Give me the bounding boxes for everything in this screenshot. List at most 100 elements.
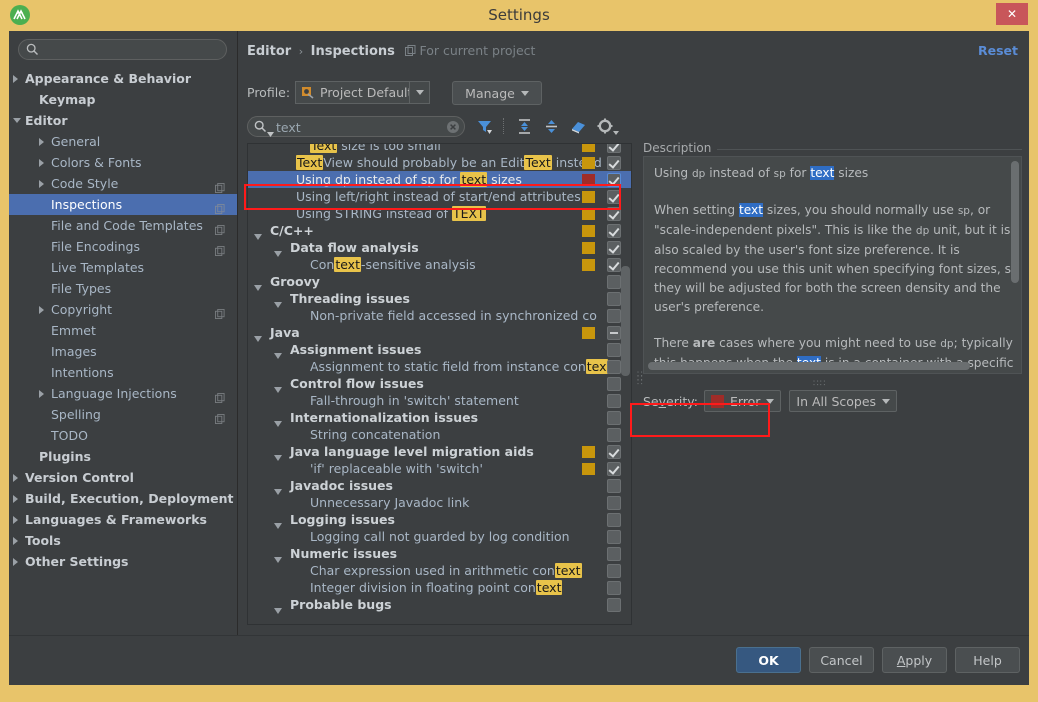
clear-icon[interactable] xyxy=(446,120,460,137)
inspection-enabled-checkbox[interactable] xyxy=(607,496,621,510)
inspection-enabled-checkbox[interactable] xyxy=(607,530,621,544)
sidebar-search-input[interactable] xyxy=(18,39,227,60)
sidebar-item-intentions[interactable]: Intentions xyxy=(9,362,237,383)
sidebar-item-emmet[interactable]: Emmet xyxy=(9,320,237,341)
inspection-row[interactable]: 'if' replaceable with 'switch' xyxy=(248,460,631,477)
inspection-row[interactable]: Numeric issues xyxy=(248,545,631,563)
breadcrumb-root[interactable]: Editor xyxy=(247,44,291,59)
inspection-row[interactable]: Using dp instead of sp for text sizes xyxy=(248,171,631,188)
inspection-row[interactable]: Java language level migration aids xyxy=(248,443,631,461)
reset-link[interactable]: Reset xyxy=(978,43,1018,58)
inspection-row[interactable]: Fall-through in 'switch' statement xyxy=(248,392,631,409)
inspection-enabled-checkbox[interactable] xyxy=(607,173,621,187)
inspection-row[interactable]: Probable bugs xyxy=(248,596,631,614)
sidebar-item-live-templates[interactable]: Live Templates xyxy=(9,257,237,278)
inspection-enabled-checkbox[interactable] xyxy=(607,377,621,391)
sidebar-item-language-injections[interactable]: Language Injections xyxy=(9,383,237,404)
cancel-button[interactable]: Cancel xyxy=(809,647,874,673)
inspections-tree-scrollbar[interactable] xyxy=(621,266,630,376)
expand-all-button[interactable] xyxy=(512,114,536,138)
inspection-row[interactable]: Logging issues xyxy=(248,511,631,529)
inspection-row[interactable]: Unnecessary Javadoc link xyxy=(248,494,631,511)
description-hscrollbar[interactable] xyxy=(648,362,970,370)
chevron-down-icon[interactable] xyxy=(274,601,282,618)
sidebar-item-languages-frameworks[interactable]: Languages & Frameworks xyxy=(9,509,237,530)
sidebar-item-other-settings[interactable]: Other Settings xyxy=(9,551,237,572)
chevron-right-icon[interactable] xyxy=(39,180,44,188)
inspection-enabled-checkbox[interactable] xyxy=(607,394,621,408)
inspection-row[interactable]: Non-private field accessed in synchroniz… xyxy=(248,307,631,324)
inspection-row[interactable]: Assignment issues xyxy=(248,341,631,359)
inspection-enabled-checkbox[interactable] xyxy=(607,598,621,612)
sidebar-item-keymap[interactable]: Keymap xyxy=(9,89,237,110)
inspection-search-input[interactable]: text xyxy=(247,116,465,137)
ok-button[interactable]: OK xyxy=(736,647,801,673)
inspection-enabled-checkbox[interactable] xyxy=(607,462,621,476)
inspection-row[interactable]: Integer division in floating point conte… xyxy=(248,579,631,596)
settings-category-tree[interactable]: Appearance & Behavior Keymap Editor General… xyxy=(9,68,237,636)
inspection-enabled-checkbox[interactable] xyxy=(607,190,621,204)
sidebar-item-editor[interactable]: Editor xyxy=(9,110,237,131)
chevron-right-icon[interactable] xyxy=(13,516,18,524)
sidebar-item-copyright[interactable]: Copyright xyxy=(9,299,237,320)
inspection-row[interactable]: Char expression used in arithmetic conte… xyxy=(248,562,631,579)
inspection-enabled-checkbox[interactable] xyxy=(607,326,621,340)
sidebar-item-plugins[interactable]: Plugins xyxy=(9,446,237,467)
inspection-row[interactable]: Java xyxy=(248,324,631,342)
sidebar-item-appearance-behavior[interactable]: Appearance & Behavior xyxy=(9,68,237,89)
sidebar-item-colors-fonts[interactable]: Colors & Fonts xyxy=(9,152,237,173)
chevron-right-icon[interactable] xyxy=(39,159,44,167)
chevron-down-icon[interactable] xyxy=(13,118,21,123)
inspection-row[interactable]: Data flow analysis xyxy=(248,239,631,257)
inspection-row[interactable]: Control flow issues xyxy=(248,375,631,393)
inspection-row[interactable]: Using STRING instead of TEXT xyxy=(248,205,631,222)
gear-icon[interactable] xyxy=(593,114,619,138)
sidebar-item-file-types[interactable]: File Types xyxy=(9,278,237,299)
inspections-tree[interactable]: Text size is too small TextView should pr… xyxy=(247,143,632,625)
inspection-enabled-checkbox[interactable] xyxy=(607,156,621,170)
inspection-row[interactable]: C/C++ xyxy=(248,222,631,240)
chevron-right-icon[interactable] xyxy=(13,75,18,83)
sidebar-item-spelling[interactable]: Spelling xyxy=(9,404,237,425)
sidebar-item-code-style[interactable]: Code Style xyxy=(9,173,237,194)
inspection-row[interactable]: Threading issues xyxy=(248,290,631,308)
inspection-enabled-checkbox[interactable] xyxy=(607,428,621,442)
sidebar-item-file-encodings[interactable]: File Encodings xyxy=(9,236,237,257)
severity-select[interactable]: Error xyxy=(703,390,782,412)
inspection-enabled-checkbox[interactable] xyxy=(607,224,621,238)
inspection-enabled-checkbox[interactable] xyxy=(607,275,621,289)
sidebar-item-inspections[interactable]: Inspections xyxy=(9,194,237,215)
inspection-row[interactable]: String concatenation xyxy=(248,426,631,443)
inspection-enabled-checkbox[interactable] xyxy=(607,292,621,306)
inspection-enabled-checkbox[interactable] xyxy=(607,411,621,425)
inspection-enabled-checkbox[interactable] xyxy=(607,479,621,493)
inspection-enabled-checkbox[interactable] xyxy=(607,581,621,595)
inspection-enabled-checkbox[interactable] xyxy=(607,144,621,153)
inspection-row[interactable]: Text size is too small xyxy=(248,144,631,154)
help-button[interactable]: Help xyxy=(955,647,1020,673)
inspection-enabled-checkbox[interactable] xyxy=(607,513,621,527)
inspection-enabled-checkbox[interactable] xyxy=(607,343,621,357)
description-vscrollbar[interactable] xyxy=(1011,161,1019,283)
inspection-row[interactable]: Assignment to static field from instance… xyxy=(248,358,631,375)
inspection-row[interactable]: Logging call not guarded by log conditio… xyxy=(248,528,631,545)
inspection-enabled-checkbox[interactable] xyxy=(607,547,621,561)
inspection-enabled-checkbox[interactable] xyxy=(607,207,621,221)
sidebar-item-version-control[interactable]: Version Control xyxy=(9,467,237,488)
inspection-row[interactable]: Groovy xyxy=(248,273,631,291)
apply-button[interactable]: Apply xyxy=(882,647,947,673)
inspection-row[interactable]: Using left/right instead of start/end at… xyxy=(248,188,631,205)
horizontal-splitter-grip[interactable]: ∷∷ xyxy=(813,379,826,389)
filter-inspections-button[interactable] xyxy=(472,114,496,138)
chevron-right-icon[interactable] xyxy=(13,537,18,545)
inspection-row[interactable]: TextView should probably be an EditText … xyxy=(248,154,631,171)
inspection-enabled-checkbox[interactable] xyxy=(607,564,621,578)
inspection-enabled-checkbox[interactable] xyxy=(607,258,621,272)
eraser-icon[interactable] xyxy=(566,114,590,138)
chevron-right-icon[interactable] xyxy=(39,306,44,314)
chevron-down-icon[interactable] xyxy=(267,126,274,140)
profile-select[interactable]: Project Default xyxy=(295,81,430,104)
chevron-right-icon[interactable] xyxy=(13,558,18,566)
inspection-row[interactable]: Context-sensitive analysis xyxy=(248,256,631,273)
vertical-splitter[interactable]: ∷ ∷ ∷ xyxy=(635,143,643,625)
